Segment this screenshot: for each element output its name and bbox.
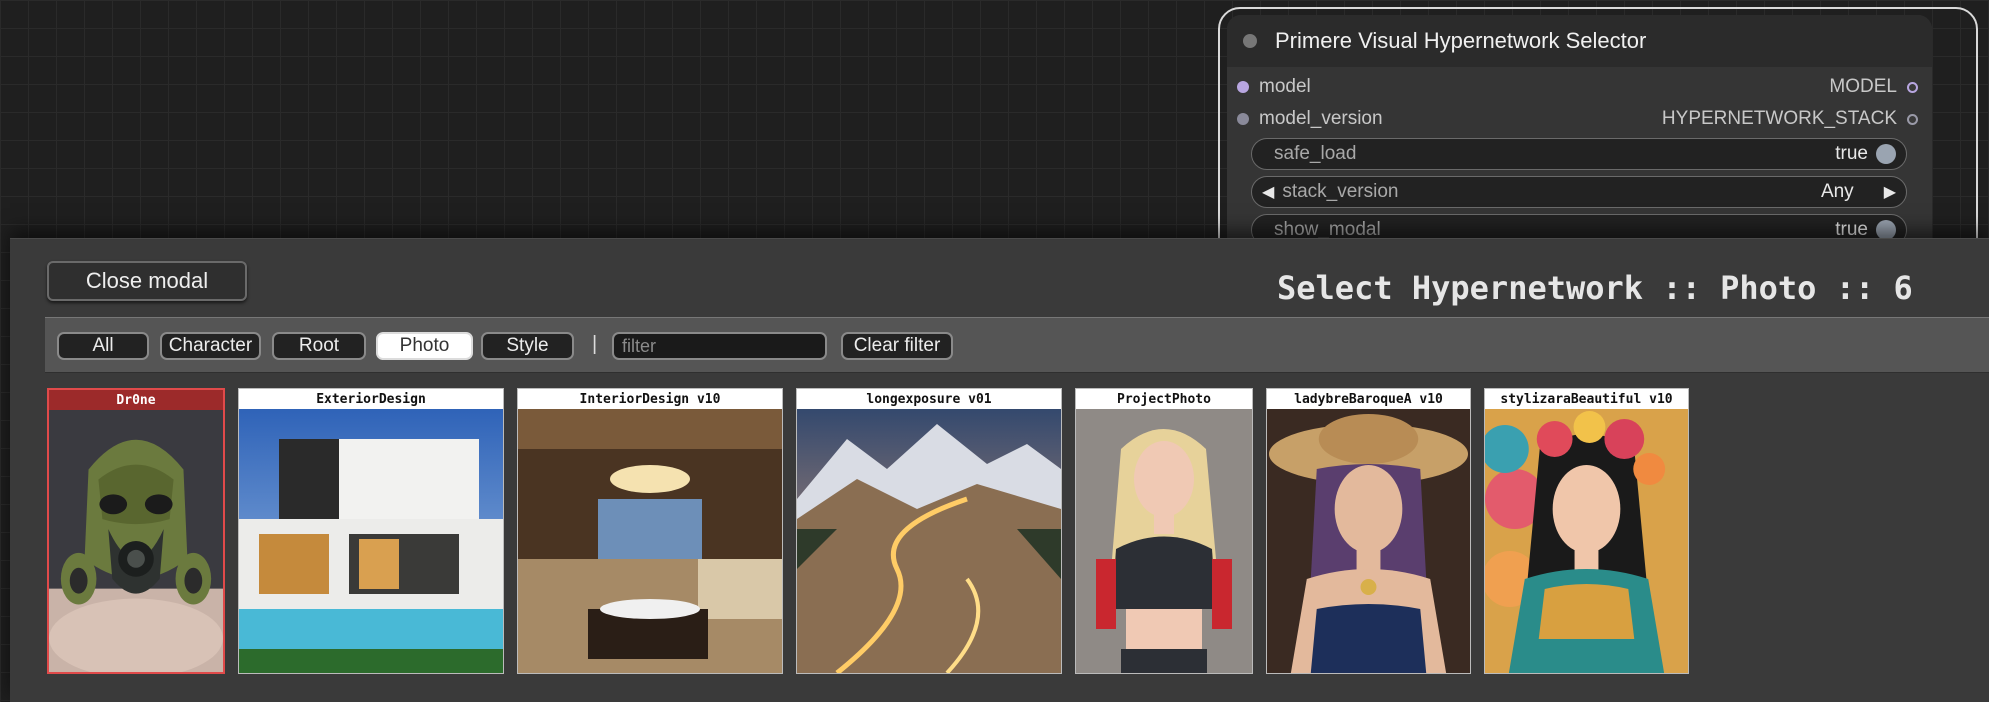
hypernetwork-modal: Close modal Select Hypernetwork :: Photo… xyxy=(10,238,1989,702)
clear-filter-button[interactable]: Clear filter xyxy=(841,332,953,360)
card-dr0ne[interactable]: Dr0ne xyxy=(47,388,225,674)
node-header[interactable]: Primere Visual Hypernetwork Selector xyxy=(1227,15,1932,67)
card-longexposure[interactable]: longexposure v01 xyxy=(796,388,1062,674)
card-title: ExteriorDesign xyxy=(239,389,503,409)
card-title: stylizaraBeautiful v10 xyxy=(1485,389,1688,409)
living-room-image xyxy=(518,409,782,673)
card-title: InteriorDesign v10 xyxy=(518,389,782,409)
input-label-model: model xyxy=(1259,76,1311,97)
modal-title: Select Hypernetwork :: Photo :: 6 xyxy=(1277,269,1913,307)
card-interiordesign[interactable]: InteriorDesign v10 xyxy=(517,388,783,674)
input-label-model-version: model_version xyxy=(1259,108,1383,129)
safe-load-label: safe_load xyxy=(1274,143,1357,164)
filter-input[interactable] xyxy=(612,332,827,360)
stack-version-label: stack_version xyxy=(1282,181,1399,202)
filter-bar: All Character Root Photo Style | Clear f… xyxy=(45,317,1989,373)
filter-separator: | xyxy=(592,333,598,355)
filter-root-button[interactable]: Root xyxy=(272,332,366,360)
safe-load-toggle[interactable]: safe_load true xyxy=(1251,138,1907,170)
woman-flowers-image xyxy=(1485,409,1688,673)
filter-character-button[interactable]: Character xyxy=(160,332,261,360)
card-projectphoto[interactable]: ProjectPhoto xyxy=(1075,388,1253,674)
woman-hat-image xyxy=(1267,409,1470,673)
output-label-model: MODEL xyxy=(1829,76,1897,97)
stack-version-value: Any xyxy=(1820,181,1854,202)
output-slot-model-icon[interactable] xyxy=(1907,81,1918,93)
collapse-dot-icon[interactable] xyxy=(1243,34,1257,48)
card-stylizarabeautiful[interactable]: stylizaraBeautiful v10 xyxy=(1484,388,1689,674)
toggle-knob-icon xyxy=(1876,220,1896,240)
card-ladybrebaroquea[interactable]: ladybreBaroqueA v10 xyxy=(1266,388,1471,674)
filter-photo-button[interactable]: Photo xyxy=(376,332,473,360)
output-slot-hypernetwork-stack-icon[interactable] xyxy=(1907,113,1918,125)
input-slot-model-icon[interactable] xyxy=(1237,81,1249,93)
arrow-left-icon[interactable]: ◀ xyxy=(1262,182,1274,202)
close-modal-button[interactable]: Close modal xyxy=(47,261,247,301)
toggle-knob-icon xyxy=(1876,144,1896,164)
filter-style-button[interactable]: Style xyxy=(481,332,574,360)
safe-load-value: true xyxy=(1835,143,1868,164)
card-title: ProjectPhoto xyxy=(1076,389,1252,409)
card-title: Dr0ne xyxy=(49,390,223,410)
stack-version-combo[interactable]: ◀ stack_version Any ▶ xyxy=(1251,176,1907,208)
drone-mask-image xyxy=(49,410,223,672)
modern-house-image xyxy=(239,409,503,673)
mountain-road-image xyxy=(797,409,1061,673)
card-title: ladybreBaroqueA v10 xyxy=(1267,389,1470,409)
node-title: Primere Visual Hypernetwork Selector xyxy=(1275,28,1647,53)
input-slot-model-version-icon[interactable] xyxy=(1237,113,1249,125)
card-title: longexposure v01 xyxy=(797,389,1061,409)
card-exteriordesign[interactable]: ExteriorDesign xyxy=(238,388,504,674)
arrow-right-icon[interactable]: ▶ xyxy=(1884,182,1896,202)
blonde-woman-image xyxy=(1076,409,1252,673)
filter-all-button[interactable]: All xyxy=(57,332,149,360)
output-label-hypernetwork-stack: HYPERNETWORK_STACK xyxy=(1661,108,1897,129)
slot-row-model-version: model_version HYPERNETWORK_STACK xyxy=(1227,104,1932,134)
slot-row-model: model MODEL xyxy=(1227,72,1932,102)
